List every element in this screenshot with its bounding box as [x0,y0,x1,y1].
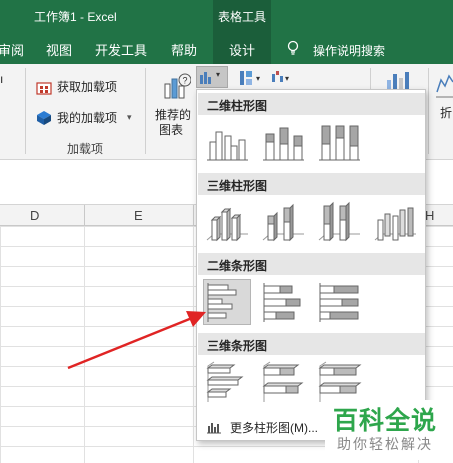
tab-help[interactable]: 帮助 [171,40,197,59]
percent-stacked-bar-option[interactable] [316,280,362,324]
group-divider [145,68,146,154]
svg-text:?: ? [183,76,188,86]
3d-percent-stacked-bar-option[interactable] [316,360,362,404]
my-addins-button[interactable]: 我的加载项 ▾ [36,109,132,126]
3d-column-option[interactable] [372,200,418,244]
group-divider [25,68,26,154]
chevron-down-icon: ▾ [216,70,221,79]
get-addins-button[interactable]: 获取加载项 [36,78,117,95]
section-2d-column: 二维柱形图 [198,93,425,115]
3d-clustered-bar-icon [206,361,244,402]
grid-column-line [193,226,194,463]
title-bar: 工作簿1 - Excel 表格工具 [0,0,453,32]
3d-percent-stacked-column-icon [318,201,360,242]
column-chart-dropdown: 二维柱形图 三维柱形图 二维条形图 三维条形图 更多柱形图(M)... [196,89,426,441]
3d-clustered-bar-option[interactable] [204,360,250,404]
stacked-bar-option[interactable] [260,280,306,324]
column-chart-icon [200,72,211,84]
watermark-subtitle: 助你轻松解决 [337,436,433,452]
context-tab-group: 表格工具 [213,0,271,32]
3d-stacked-column-icon [262,203,304,242]
column-separator [84,205,85,226]
section-2d-bar: 二维条形图 [198,253,425,275]
3d-clustered-column-icon [206,207,248,242]
recommended-charts-icon[interactable]: ? [163,72,191,100]
section-3d-column: 三维柱形图 [198,173,425,195]
3d-stacked-bar-icon [262,361,304,402]
hierarchy-chart-icon[interactable]: ▾ [240,70,266,86]
tab-developer[interactable]: 开发工具 [95,40,147,59]
3d-stacked-column-option[interactable] [260,200,306,244]
window-title: 工作簿1 - Excel [34,10,117,24]
percent-stacked-bar-icon [319,283,359,322]
clustered-column-option[interactable] [204,120,250,164]
sparkline-line-label[interactable]: 折 [440,104,452,121]
clustered-bar-icon [207,283,237,322]
percent-stacked-column-option[interactable] [316,120,362,164]
column-header-e[interactable]: E [134,208,143,223]
recommended-charts-label-2[interactable]: 图表 [159,121,183,138]
context-group-label: 表格工具 [217,10,266,24]
group-divider [428,68,429,154]
column-separator [193,205,194,226]
tell-me-search[interactable]: 操作说明搜索 [313,42,385,59]
ribbon-edge-text: ı [0,72,4,86]
addin-cube-icon [37,110,51,125]
lightbulb-icon [287,40,299,55]
ribbon-tabs: 审阅 视图 开发工具 帮助 设计 操作说明搜索 [0,32,453,64]
percent-stacked-column-icon [319,125,360,161]
my-addins-label: 我的加载项 [57,111,118,125]
3d-clustered-column-option[interactable] [204,200,250,244]
column-chart-button[interactable]: ▾ [196,66,228,88]
3d-percent-stacked-bar-icon [318,361,362,402]
column-chart-icon [207,423,221,434]
column-header-h[interactable]: H [425,208,434,223]
section-3d-bar: 三维条形图 [198,333,425,355]
stacked-column-option[interactable] [260,120,306,164]
3d-percent-stacked-column-option[interactable] [316,200,362,244]
tab-view[interactable]: 视图 [46,40,72,59]
column-header-d[interactable]: D [30,208,39,223]
clustered-bar-option[interactable] [203,279,251,325]
line-sparkline-icon[interactable] [436,72,453,98]
group-label-addins: 加载项 [67,142,104,156]
watermark: 百科全说 助你轻松解决 [325,400,453,460]
clustered-column-icon [207,131,248,161]
stacked-column-icon [263,127,304,161]
svg-text:▾: ▾ [256,74,260,83]
stacked-bar-icon [263,283,301,322]
svg-text:▾: ▾ [285,74,289,83]
3d-column-icon [374,207,416,241]
watermark-title: 百科全说 [333,407,438,435]
chevron-down-icon: ▾ [127,112,132,122]
tab-review[interactable]: 审阅 [0,40,24,59]
tab-design[interactable]: 设计 [229,40,255,59]
waterfall-chart-icon[interactable]: ▾ [272,70,294,86]
grid-column-line [84,226,85,463]
get-addins-label: 获取加载项 [57,80,118,94]
store-icon [36,81,52,95]
3d-stacked-bar-option[interactable] [260,360,306,404]
more-column-charts-label: 更多柱形图(M)... [230,420,318,435]
